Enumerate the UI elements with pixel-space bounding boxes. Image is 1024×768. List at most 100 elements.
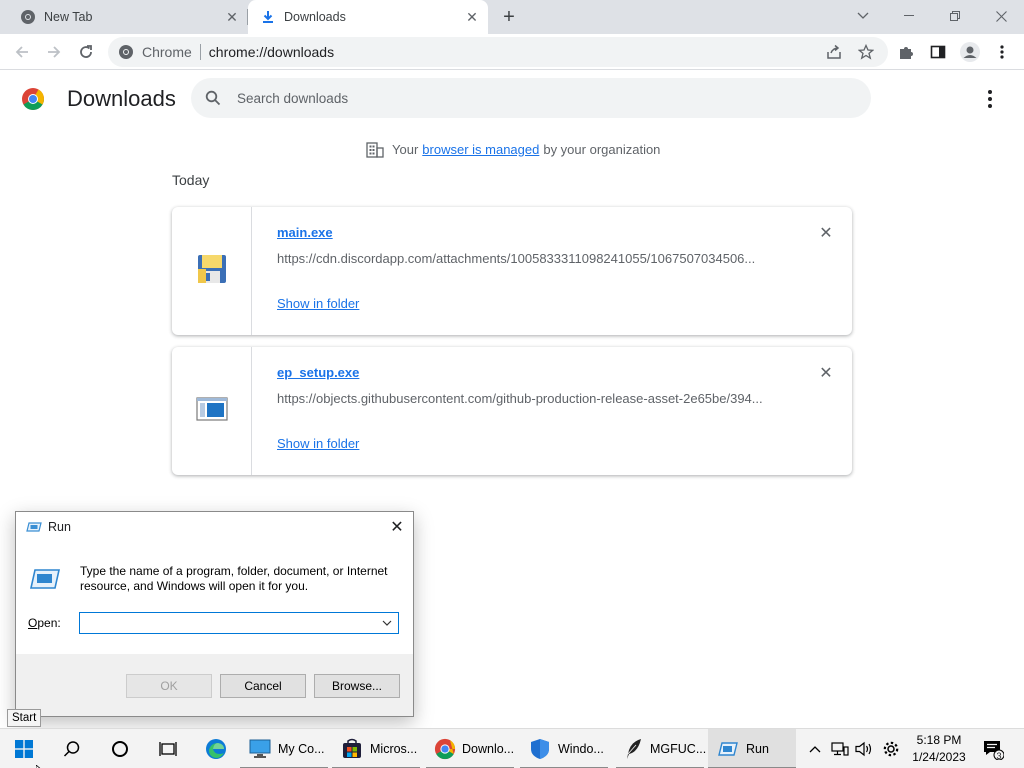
taskbar-app-label: Micros...: [370, 742, 418, 756]
reload-icon[interactable]: [74, 40, 98, 64]
chrome-icon: [20, 9, 36, 25]
show-in-folder-link[interactable]: Show in folder: [277, 296, 359, 311]
dialog-title-bar[interactable]: Run: [16, 512, 413, 542]
cortana-button[interactable]: [108, 729, 134, 768]
restore-button[interactable]: [932, 0, 978, 32]
tab-strip: New Tab ✕ Downloads ✕ +: [0, 0, 1024, 34]
tab-title: New Tab: [44, 10, 93, 24]
managed-notice: Your browser is managed by your organiza…: [366, 140, 660, 158]
cortana-circle-icon: [108, 737, 132, 761]
back-arrow-icon[interactable]: [10, 40, 34, 64]
minimize-button[interactable]: [886, 0, 932, 32]
remove-item-close-icon[interactable]: ✕: [818, 365, 834, 382]
close-icon[interactable]: ✕: [224, 9, 240, 25]
extensions-puzzle-icon[interactable]: [894, 40, 918, 64]
chrome-logo-icon: [21, 87, 45, 111]
managed-suffix: by your organization: [543, 141, 661, 157]
taskbar-app-label: My Co...: [278, 742, 325, 756]
address-bar[interactable]: Chrome chrome://downloads: [108, 37, 888, 67]
browser-toolbar: Chrome chrome://downloads: [0, 34, 1024, 70]
download-icon: [260, 9, 276, 25]
close-icon[interactable]: ✕: [389, 519, 405, 536]
managed-prefix: Your: [392, 141, 419, 157]
taskbar-app-mgfuc[interactable]: MGFUC...: [616, 729, 707, 768]
window-app-icon: [195, 396, 228, 426]
page-title: Downloads: [67, 86, 176, 111]
show-hidden-icons-chevron-up-icon[interactable]: [806, 729, 824, 768]
notification-badge: 3: [996, 751, 1002, 761]
chevron-down-icon[interactable]: [380, 616, 394, 630]
run-icon: [26, 519, 42, 535]
tab-new-tab[interactable]: New Tab ✕: [0, 0, 248, 34]
settings-gear-icon[interactable]: [880, 729, 902, 768]
mouse-cursor-icon: [35, 760, 44, 768]
remove-item-close-icon[interactable]: ✕: [818, 225, 834, 242]
clock-date: 1/24/2023: [912, 750, 966, 764]
taskbar-app-windows-security[interactable]: Windo...: [520, 729, 608, 768]
chrome-icon: [434, 737, 456, 761]
tab-search-icon[interactable]: [840, 0, 886, 32]
file-name-link[interactable]: ep_setup.exe: [277, 365, 359, 380]
taskbar-app-label: MGFUC...: [650, 742, 707, 756]
tab-title: Downloads: [284, 10, 346, 24]
url-text: chrome://downloads: [208, 44, 335, 60]
taskbar-app-label: Run: [746, 742, 769, 756]
new-tab-button[interactable]: +: [498, 6, 520, 28]
open-combobox[interactable]: [79, 612, 399, 634]
download-item: ep_setup.exe https://objects.githubuserc…: [172, 347, 852, 475]
task-view-button[interactable]: [156, 729, 182, 768]
search-button[interactable]: [60, 729, 86, 768]
network-icon[interactable]: [830, 729, 850, 768]
open-label: Open:: [28, 616, 61, 630]
file-url[interactable]: https://objects.githubusercontent.com/gi…: [277, 391, 772, 406]
open-label-text: pen:: [37, 616, 61, 630]
open-input[interactable]: [80, 613, 370, 633]
search-icon: [205, 90, 221, 106]
bookmark-star-icon[interactable]: [854, 40, 878, 64]
taskbar-app-this-pc[interactable]: My Co...: [240, 729, 328, 768]
run-program-icon: [30, 568, 60, 590]
search-input[interactable]: [237, 90, 837, 106]
volume-icon[interactable]: [854, 729, 874, 768]
forward-arrow-icon[interactable]: [42, 40, 66, 64]
divider: [199, 44, 201, 60]
tab-downloads[interactable]: Downloads ✕: [248, 0, 488, 34]
taskbar-app-chrome[interactable]: Downlo...: [426, 729, 514, 768]
date-section-heading: Today: [172, 172, 210, 188]
floppy-disk-icon: [196, 253, 228, 290]
managed-link[interactable]: browser is managed: [422, 142, 539, 157]
ok-button[interactable]: OK: [126, 674, 212, 698]
taskbar-app-run[interactable]: Run: [708, 729, 796, 768]
screen: New Tab ✕ Downloads ✕ + Chrome chrome://…: [0, 0, 1024, 768]
file-name-link[interactable]: main.exe: [277, 225, 333, 240]
show-in-folder-link[interactable]: Show in folder: [277, 436, 359, 451]
system-clock[interactable]: 5:18 PM 1/24/2023: [904, 732, 974, 766]
cancel-button[interactable]: Cancel: [220, 674, 306, 698]
taskbar-app-store[interactable]: Micros...: [332, 729, 420, 768]
run-icon: [716, 737, 740, 761]
windows-security-icon: [528, 737, 552, 761]
file-icon-column: [172, 207, 252, 335]
chrome-icon: [118, 44, 134, 60]
file-url[interactable]: https://cdn.discordapp.com/attachments/1…: [277, 251, 772, 266]
close-icon[interactable]: ✕: [464, 9, 480, 25]
this-pc-icon: [248, 737, 272, 761]
site-chip: Chrome: [142, 44, 192, 60]
profile-avatar-icon[interactable]: [958, 40, 982, 64]
search-box[interactable]: [191, 78, 871, 118]
taskbar: My Co... Micros... Downlo... Windo... MG…: [0, 728, 1024, 768]
notification-center-icon[interactable]: 3: [980, 729, 1006, 768]
browser-menu-icon[interactable]: [990, 40, 1014, 64]
feather-icon: [624, 737, 644, 761]
close-window-button[interactable]: [978, 0, 1024, 32]
taskbar-app-label: Windo...: [558, 742, 604, 756]
start-button[interactable]: [12, 729, 38, 768]
windows-logo-icon: [12, 737, 36, 761]
browse-button[interactable]: Browse...: [314, 674, 400, 698]
more-actions-icon[interactable]: [980, 89, 1000, 109]
side-panel-icon[interactable]: [926, 40, 950, 64]
building-icon: [366, 140, 384, 158]
share-icon[interactable]: [822, 40, 846, 64]
start-tooltip: Start: [7, 709, 42, 727]
edge-button[interactable]: [204, 729, 230, 768]
